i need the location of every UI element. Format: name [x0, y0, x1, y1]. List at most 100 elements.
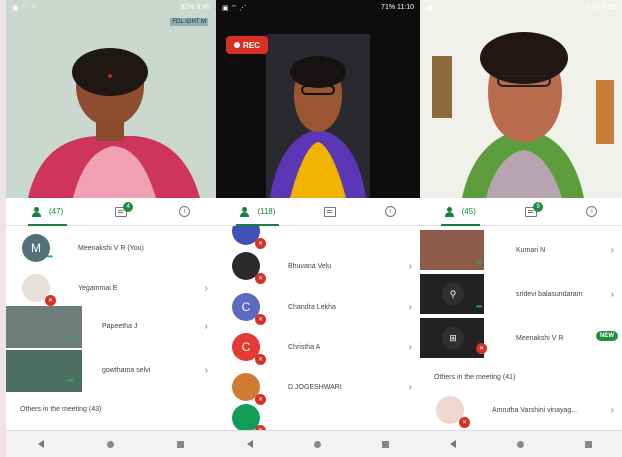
speaking-indicator-icon: ••• [67, 332, 73, 341]
tab-info[interactable]: i [586, 199, 598, 225]
chevron-right-icon[interactable]: › [409, 342, 412, 353]
chevron-right-icon[interactable]: › [205, 321, 208, 332]
cast-icon[interactable]: ⊞ [442, 327, 464, 349]
participant-row[interactable]: ••• gowthama selvi › [6, 350, 216, 392]
mic-off-icon: ✕ [459, 417, 470, 428]
info-icon: i [586, 206, 598, 217]
people-icon [444, 206, 459, 217]
info-icon: i [179, 206, 191, 217]
participant-list: M ••• Meenakshi V R (You) ✕ Yegammai E › … [6, 226, 216, 430]
participant-row[interactable]: M ••• Meenakshi V R (You) [6, 228, 216, 268]
recent-apps-icon[interactable] [177, 440, 185, 448]
android-nav-bar [216, 430, 420, 457]
camera-feed-1: ▣ ⌔ ⋰ 92% 9:46 FDL IGHT M [6, 0, 216, 198]
tab-participants[interactable]: (118) [236, 199, 280, 226]
participant-row[interactable]: ••• Papeetha J › [6, 306, 216, 348]
participant-row[interactable]: ••• Kumari N › [420, 230, 622, 270]
participant-count: (47) [48, 207, 64, 216]
chevron-right-icon[interactable]: › [409, 382, 412, 393]
back-icon[interactable] [246, 440, 253, 448]
home-icon[interactable] [313, 440, 321, 448]
participant-list: ✕ ✕ Bhuvana Velu › C ✕ Chandra Lekha › C ✕… [216, 226, 420, 430]
back-icon[interactable] [450, 440, 457, 448]
participant-row[interactable]: ✕ Yegammai E › [6, 268, 216, 308]
avatar-initial: C [241, 340, 251, 354]
meeting-screenshots: ▣ ⌔ ⋰ 92% 9:46 FDL IGHT M (47) 4 i M •••… [0, 0, 622, 457]
chevron-right-icon[interactable]: › [611, 245, 614, 256]
tab-participants[interactable]: (45) [440, 199, 481, 226]
avatar-initial: C [241, 300, 251, 314]
home-icon[interactable] [516, 440, 524, 448]
participant-row[interactable]: ✕ D.JOGESHWARI › [216, 367, 420, 407]
participant-list: ••• Kumari N › ⚲ ••• sridevi balasundara… [420, 226, 622, 430]
participant-row[interactable]: ⚲ ••• sridevi balasundaram › [420, 274, 622, 314]
mic-off-icon: ✕ [255, 354, 266, 365]
chevron-right-icon[interactable]: › [611, 289, 614, 300]
speaking-indicator-icon: ••• [476, 258, 482, 267]
avatar: C ✕ [232, 293, 266, 325]
mic-off-icon: ✕ [45, 295, 56, 306]
record-icon [234, 42, 241, 48]
participant-row-partial[interactable]: ✕ [216, 404, 420, 430]
participant-name: Christha A [288, 343, 321, 351]
participants-tab-bar: (45) 9 i [420, 198, 622, 226]
participant-row-partial[interactable]: ✕ [216, 226, 420, 249]
chevron-right-icon[interactable]: › [611, 405, 614, 416]
home-icon[interactable] [106, 440, 114, 448]
recording-badge: REC [226, 36, 268, 54]
participant-video-illustration [420, 0, 622, 198]
status-bar: ▣ ⌔ ⋰ 91% 9:52 [420, 0, 622, 18]
info-icon: i [384, 206, 396, 217]
avatar: ✕ [232, 404, 266, 430]
chevron-right-icon[interactable]: › [205, 365, 208, 376]
chevron-right-icon[interactable]: › [409, 261, 412, 272]
chat-icon: 4 [115, 201, 134, 217]
chevron-right-icon[interactable]: › [205, 283, 208, 294]
status-left: ▣ ⌔ ⋰ [12, 5, 37, 12]
tab-chat[interactable] [324, 199, 337, 225]
speaking-indicator-icon: ••• [67, 376, 73, 385]
participant-row[interactable]: C ✕ Chandra Lekha › [216, 287, 420, 327]
participant-name: Chandra Lekha [288, 303, 336, 311]
participant-name: Bhuvana Velu [288, 262, 332, 270]
meeting-panel-3: ▣ ⌔ ⋰ 91% 9:52 (45) 9 i ••• Kumari N › ⚲… [420, 0, 622, 457]
avatar-initial: M [31, 241, 41, 255]
back-icon[interactable] [37, 440, 44, 448]
chat-icon [324, 206, 337, 217]
participant-video-illustration [216, 0, 420, 198]
avatar: ✕ [232, 252, 266, 284]
tab-chat[interactable]: 9 [525, 199, 544, 225]
mic-off-icon: ✕ [255, 394, 266, 405]
participant-count: (118) [257, 207, 276, 216]
participant-row[interactable]: ✕ Amrutha Varshini vinayag... › [420, 390, 622, 430]
tab-participants[interactable]: (47) [27, 199, 68, 226]
status-right: 91% 9:52 [586, 4, 616, 11]
camera-feed-2: ▣ ⌔ ⋰ 71% 11:10 REC [216, 0, 420, 198]
tab-info[interactable]: i [384, 199, 396, 225]
participants-tab-bar: (47) 4 i [6, 198, 216, 226]
chevron-right-icon[interactable]: › [409, 302, 412, 313]
recent-apps-icon[interactable] [584, 440, 592, 448]
participant-row[interactable]: C ✕ Christha A › [216, 327, 420, 367]
camera-feed-3: ▣ ⌔ ⋰ 91% 9:52 [420, 0, 622, 198]
speaking-indicator-icon: ••• [476, 302, 482, 311]
others-section-label: Others in the meeting (43) [20, 406, 102, 413]
participant-row[interactable]: ✕ Bhuvana Velu › [216, 246, 420, 286]
people-icon [31, 206, 46, 217]
new-badge: NEW [596, 331, 618, 341]
recent-apps-icon[interactable] [382, 440, 390, 448]
status-right: 92% 9:46 [180, 4, 210, 11]
caption-tag: FDL IGHT M [170, 18, 208, 26]
tab-info[interactable]: i [179, 199, 191, 225]
participants-tab-bar: (118) i [216, 198, 420, 226]
pin-icon[interactable]: ⚲ [442, 283, 464, 305]
participant-thumbnail [6, 350, 82, 392]
recording-label: REC [243, 40, 260, 50]
tab-chat[interactable]: 4 [115, 199, 134, 225]
avatar: ✕ [232, 373, 266, 405]
participant-row[interactable]: ⊞ ✕ Meenakshi V R NEW [420, 318, 622, 358]
status-left: ▣ ⌔ ⋰ [222, 5, 247, 12]
avatar: C ✕ [232, 333, 266, 365]
chat-badge: 4 [123, 201, 134, 212]
participant-name: gowthama selvi [102, 366, 151, 374]
